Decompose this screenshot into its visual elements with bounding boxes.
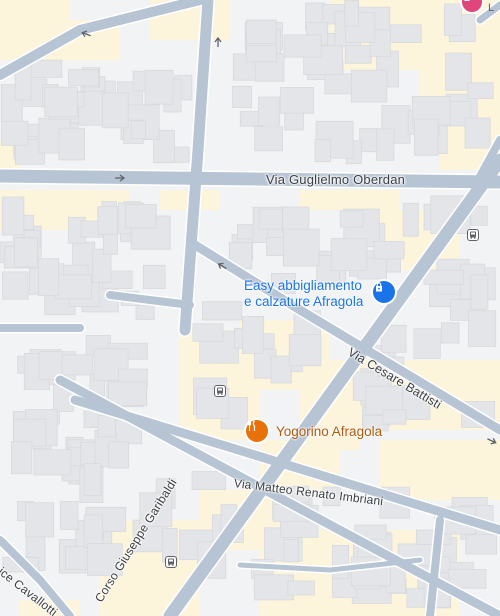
building (130, 120, 147, 140)
building (142, 264, 166, 289)
building (84, 463, 102, 496)
building (108, 381, 148, 407)
building (97, 206, 119, 235)
building (13, 237, 38, 268)
building (101, 92, 129, 129)
building (389, 24, 422, 43)
road-label-via-guglielmo-oberdan: Via Guglielmo Oberdan (266, 172, 406, 187)
building (440, 322, 460, 344)
building (10, 441, 33, 475)
building (44, 86, 78, 117)
building (282, 206, 310, 233)
building (344, 0, 360, 27)
map-view[interactable]: Via Guglielmo Oberdan Via Cesare Battist… (0, 0, 500, 616)
building (465, 534, 498, 555)
building (376, 128, 395, 161)
building (413, 118, 439, 156)
building (270, 355, 292, 384)
building (470, 274, 489, 310)
poi-label-line2: e calzature Afragola (244, 294, 364, 309)
building (467, 82, 494, 100)
building (232, 85, 252, 109)
building (254, 126, 283, 152)
building (135, 304, 155, 320)
building (191, 471, 226, 491)
poi-label-easy-abbigliamento[interactable]: Easy abbigliamento e calzature Afragola (244, 278, 363, 310)
building (1, 120, 29, 146)
road (0, 169, 500, 189)
building (339, 210, 364, 228)
building (324, 73, 352, 95)
building (332, 545, 350, 580)
building (242, 315, 265, 354)
building (2, 271, 29, 300)
building (192, 323, 224, 342)
building (61, 354, 93, 376)
building (37, 258, 59, 296)
building (1, 196, 25, 236)
building (58, 127, 86, 161)
building (80, 442, 96, 466)
building (413, 328, 441, 359)
building (467, 310, 497, 347)
building (288, 334, 322, 367)
fork-knife-icon[interactable] (246, 420, 268, 442)
building (202, 301, 243, 321)
building (402, 202, 419, 237)
building (382, 409, 407, 425)
building (246, 45, 278, 63)
building (59, 500, 79, 530)
building (350, 69, 388, 103)
building (330, 238, 368, 271)
building (258, 96, 281, 126)
building (443, 3, 462, 36)
bus-stop-icon[interactable] (214, 385, 226, 397)
bus-stop-icon[interactable] (467, 229, 479, 241)
building (423, 269, 464, 285)
building (108, 441, 130, 469)
building (144, 69, 174, 105)
bus-stop-icon[interactable] (165, 556, 177, 568)
building (68, 69, 100, 87)
building (344, 45, 372, 64)
building (125, 204, 157, 229)
building (25, 502, 55, 538)
building (283, 34, 322, 58)
shopping-bag-icon[interactable] (373, 281, 395, 303)
building (266, 237, 285, 256)
building (245, 19, 277, 44)
building (464, 117, 491, 149)
building (373, 241, 405, 260)
building (287, 580, 315, 596)
building (97, 415, 116, 438)
building (283, 539, 300, 563)
corner-poi-label: L (488, 2, 495, 14)
building (258, 208, 283, 230)
commercial-area (300, 190, 400, 210)
poi-label-line1: Easy abbigliamento (244, 278, 362, 293)
building (33, 449, 72, 476)
building (280, 87, 315, 114)
building (83, 514, 103, 548)
poi-label-yogorino[interactable]: Yogorino Afragola (276, 424, 382, 440)
building (54, 274, 92, 300)
building (314, 138, 331, 163)
building (282, 228, 320, 267)
